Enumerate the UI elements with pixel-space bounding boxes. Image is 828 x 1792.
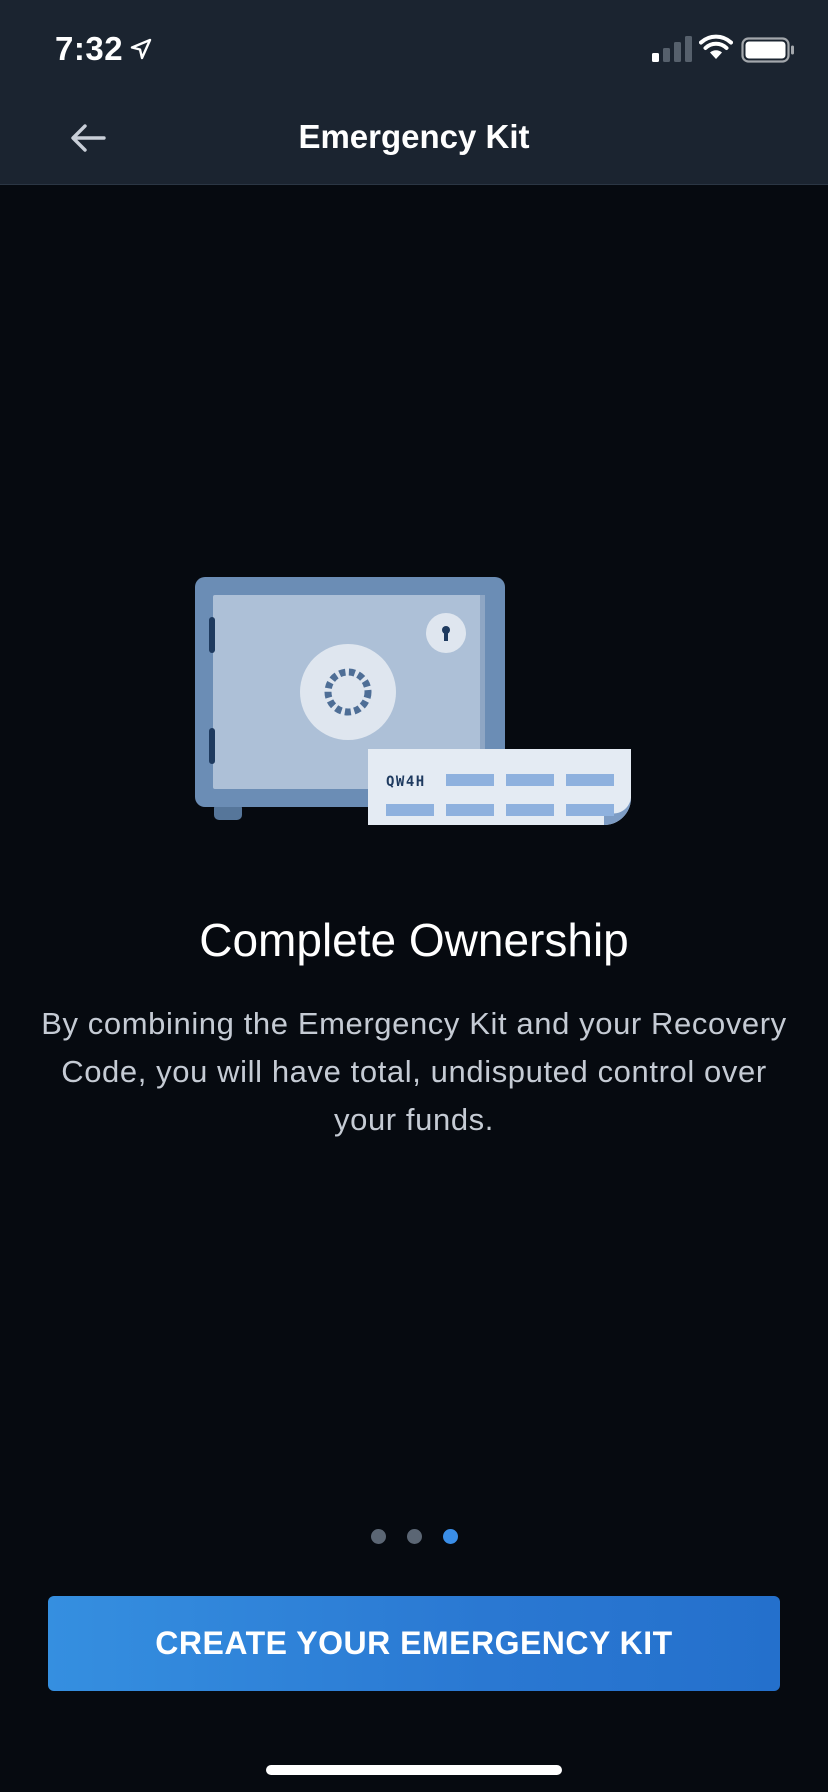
page-indicator xyxy=(0,1529,828,1544)
create-emergency-kit-button[interactable]: CREATE YOUR EMERGENCY KIT xyxy=(48,1596,780,1691)
home-indicator xyxy=(266,1765,562,1775)
page-dot-active[interactable] xyxy=(442,1529,458,1544)
dial-icon xyxy=(300,644,396,740)
paper-icon: QW4H xyxy=(368,749,631,825)
location-arrow-icon xyxy=(130,38,152,60)
signal-icon xyxy=(652,36,692,62)
top-bar: 7:32 Emergency Kit xyxy=(0,0,828,185)
headline: Complete Ownership xyxy=(199,914,629,966)
page-dot[interactable] xyxy=(406,1529,422,1544)
safe-illustration: QW4H xyxy=(195,577,631,825)
hinge-bottom xyxy=(209,728,215,764)
page-dot[interactable] xyxy=(370,1529,386,1544)
paper-code: QW4H xyxy=(386,774,426,790)
status-time: 7:32 xyxy=(55,30,124,67)
description-text: By combining the Emergency Kit and your … xyxy=(41,1006,787,1137)
screen: 7:32 Emergency Kit QW4H Complete Ownersh… xyxy=(0,0,828,1792)
wifi-icon xyxy=(699,34,733,59)
page-title: Emergency Kit xyxy=(298,118,530,155)
hinge-top xyxy=(209,617,215,653)
battery-icon xyxy=(741,37,794,63)
